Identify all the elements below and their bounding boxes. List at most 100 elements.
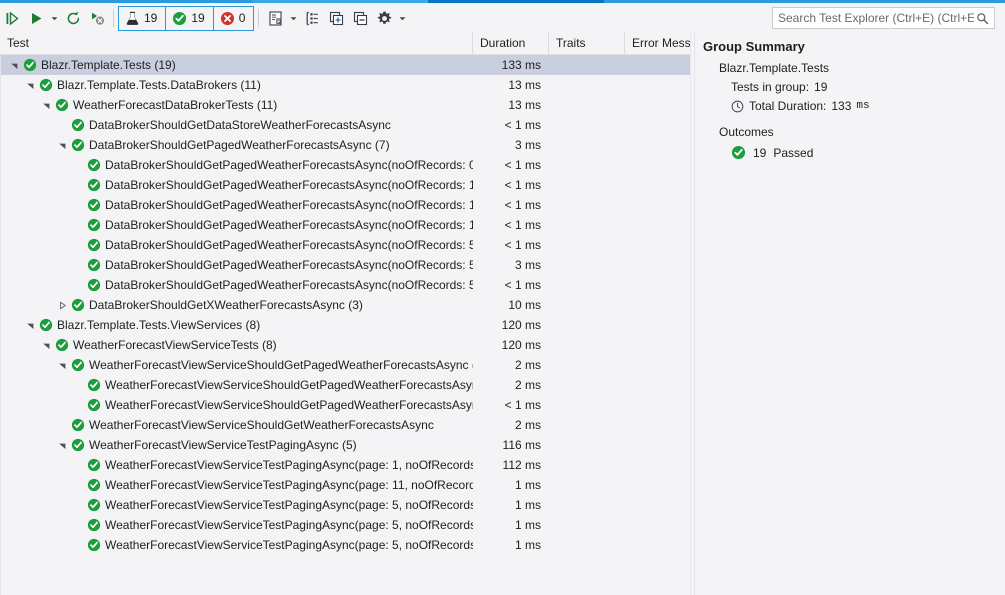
test-name-cell[interactable]: DataBrokerShouldGetXWeatherForecastsAsyn…: [1, 295, 473, 315]
test-tree-row[interactable]: Blazr.Template.Tests.DataBrokers (11) 13 …: [1, 75, 690, 95]
test-name-cell[interactable]: DataBrokerShouldGetPagedWeatherForecasts…: [1, 255, 473, 275]
test-name-cell[interactable]: WeatherForecastViewServiceShouldGetPaged…: [1, 395, 473, 415]
run-dropdown-chevron-down-icon[interactable]: [48, 6, 61, 30]
test-tree-row[interactable]: WeatherForecastViewServiceTestPagingAsyn…: [1, 535, 690, 555]
total-tests-count: 19: [144, 11, 158, 25]
test-name-cell[interactable]: WeatherForecastViewServiceTestPagingAsyn…: [1, 435, 473, 455]
test-tree-row[interactable]: WeatherForecastViewServiceShouldGetPaged…: [1, 375, 690, 395]
test-name-cell[interactable]: WeatherForecastViewServiceShouldGetPaged…: [1, 355, 473, 375]
test-tree-row[interactable]: WeatherForecastViewServiceTestPagingAsyn…: [1, 455, 690, 475]
test-name-label: WeatherForecastViewServiceTestPagingAsyn…: [105, 498, 473, 512]
expand-collapse-triangle-down-icon[interactable]: [23, 315, 37, 335]
test-name-cell[interactable]: DataBrokerShouldGetPagedWeatherForecasts…: [1, 175, 473, 195]
expand-all-button[interactable]: [324, 6, 348, 30]
repeat-last-run-button[interactable]: [61, 6, 85, 30]
test-name-cell[interactable]: DataBrokerShouldGetPagedWeatherForecasts…: [1, 135, 473, 155]
test-tree-row[interactable]: DataBrokerShouldGetPagedWeatherForecasts…: [1, 135, 690, 155]
summary-dropdown-chevron-down-icon[interactable]: [287, 6, 300, 30]
expand-collapse-triangle-down-icon[interactable]: [23, 75, 37, 95]
test-status-passed-icon: [85, 275, 103, 295]
expand-collapse-triangle-down-icon[interactable]: [39, 335, 53, 355]
test-name-cell[interactable]: Blazr.Template.Tests (19): [1, 55, 473, 75]
test-name-cell[interactable]: Blazr.Template.Tests.ViewServices (8): [1, 315, 473, 335]
test-tree[interactable]: Blazr.Template.Tests (19) 133 ms Blazr.Tem…: [0, 55, 690, 595]
test-status-passed-icon: [85, 455, 103, 475]
test-detail-summary-button[interactable]: [263, 6, 287, 30]
expand-collapse-triangle-right-icon[interactable]: [55, 295, 69, 315]
test-tree-row[interactable]: DataBrokerShouldGetPagedWeatherForecasts…: [1, 175, 690, 195]
test-tree-row[interactable]: WeatherForecastViewServiceTestPagingAsyn…: [1, 475, 690, 495]
test-tree-row[interactable]: DataBrokerShouldGetPagedWeatherForecasts…: [1, 215, 690, 235]
test-name-cell[interactable]: DataBrokerShouldGetPagedWeatherForecasts…: [1, 155, 473, 175]
test-duration-cell: 2 ms: [514, 378, 541, 392]
test-name-cell[interactable]: DataBrokerShouldGetPagedWeatherForecasts…: [1, 215, 473, 235]
test-name-cell[interactable]: WeatherForecastViewServiceTestPagingAsyn…: [1, 475, 473, 495]
settings-dropdown-chevron-down-icon[interactable]: [396, 6, 409, 30]
test-tree-row[interactable]: DataBrokerShouldGetPagedWeatherForecasts…: [1, 275, 690, 295]
test-name-cell[interactable]: WeatherForecastViewServiceTests (8): [1, 335, 473, 355]
test-tree-row[interactable]: WeatherForecastViewServiceTestPagingAsyn…: [1, 495, 690, 515]
test-name-cell[interactable]: DataBrokerShouldGetPagedWeatherForecasts…: [1, 195, 473, 215]
passed-tests-counter[interactable]: 19: [166, 6, 214, 30]
tree-twisty-placeholder: [71, 375, 85, 395]
test-tree-row[interactable]: Blazr.Template.Tests.ViewServices (8) 120…: [1, 315, 690, 335]
run-all-tests-button[interactable]: [0, 6, 24, 30]
column-header-traits[interactable]: Traits: [548, 31, 624, 55]
column-header-label: Traits: [556, 36, 586, 50]
expand-collapse-triangle-down-icon[interactable]: [55, 135, 69, 155]
test-status-passed-icon: [37, 75, 55, 95]
failed-tests-counter[interactable]: 0: [214, 7, 254, 30]
test-tree-row[interactable]: DataBrokerShouldGetDataStoreWeatherForec…: [1, 115, 690, 135]
stop-test-run-button[interactable]: [85, 6, 109, 30]
test-tree-row[interactable]: WeatherForecastViewServiceTests (8) 120 m…: [1, 335, 690, 355]
test-name-cell[interactable]: DataBrokerShouldGetDataStoreWeatherForec…: [1, 115, 473, 135]
column-header-duration[interactable]: Duration: [472, 31, 548, 55]
test-name-cell[interactable]: WeatherForecastDataBrokerTests (11): [1, 95, 473, 115]
expand-collapse-triangle-down-icon[interactable]: [7, 55, 21, 75]
expand-collapse-triangle-down-icon[interactable]: [39, 95, 53, 115]
run-button[interactable]: [24, 6, 48, 30]
passed-icon: [172, 11, 187, 26]
test-name-cell[interactable]: DataBrokerShouldGetPagedWeatherForecasts…: [1, 275, 473, 295]
test-name-cell[interactable]: Blazr.Template.Tests.DataBrokers (11): [1, 75, 473, 95]
test-duration-cell: < 1 ms: [504, 118, 541, 132]
test-tree-row[interactable]: DataBrokerShouldGetPagedWeatherForecasts…: [1, 235, 690, 255]
test-name-cell[interactable]: WeatherForecastViewServiceShouldGetPaged…: [1, 375, 473, 395]
test-duration-cell: < 1 ms: [504, 158, 541, 172]
test-status-passed-icon: [69, 435, 87, 455]
search-input[interactable]: [773, 8, 994, 28]
test-tree-row[interactable]: Blazr.Template.Tests (19) 133 ms: [1, 55, 690, 75]
test-tree-row[interactable]: DataBrokerShouldGetPagedWeatherForecasts…: [1, 255, 690, 275]
test-name-label: DataBrokerShouldGetPagedWeatherForecasts…: [105, 238, 473, 252]
test-status-passed-icon: [85, 155, 103, 175]
tree-twisty-placeholder: [71, 155, 85, 175]
test-name-cell[interactable]: WeatherForecastViewServiceTestPagingAsyn…: [1, 455, 473, 475]
test-tree-row[interactable]: WeatherForecastViewServiceShouldGetPaged…: [1, 395, 690, 415]
expand-collapse-triangle-down-icon[interactable]: [55, 355, 69, 375]
test-tree-row[interactable]: DataBrokerShouldGetPagedWeatherForecasts…: [1, 195, 690, 215]
test-tree-row[interactable]: DataBrokerShouldGetPagedWeatherForecasts…: [1, 155, 690, 175]
failed-tests-count: 0: [238, 11, 246, 25]
total-tests-counter[interactable]: 19: [119, 6, 167, 30]
test-tree-row[interactable]: WeatherForecastViewServiceTestPagingAsyn…: [1, 435, 690, 455]
total-duration-value: 133: [831, 99, 852, 113]
settings-gear-icon[interactable]: [372, 6, 396, 30]
test-name-label: WeatherForecastViewServiceShouldGetPaged…: [89, 358, 473, 372]
test-tree-row[interactable]: WeatherForecastViewServiceShouldGetWeath…: [1, 415, 690, 435]
test-name-cell[interactable]: WeatherForecastViewServiceTestPagingAsyn…: [1, 535, 473, 555]
column-header-test[interactable]: Test: [0, 32, 472, 55]
expand-collapse-triangle-down-icon[interactable]: [55, 435, 69, 455]
test-tree-row[interactable]: WeatherForecastDataBrokerTests (11) 13 ms: [1, 95, 690, 115]
test-duration-cell: 1 ms: [514, 478, 541, 492]
test-name-cell[interactable]: WeatherForecastViewServiceTestPagingAsyn…: [1, 515, 473, 535]
group-by-button[interactable]: [300, 6, 324, 30]
test-tree-row[interactable]: WeatherForecastViewServiceTestPagingAsyn…: [1, 515, 690, 535]
test-name-cell[interactable]: DataBrokerShouldGetPagedWeatherForecasts…: [1, 235, 473, 255]
test-name-cell[interactable]: WeatherForecastViewServiceShouldGetWeath…: [1, 415, 473, 435]
test-name-cell[interactable]: WeatherForecastViewServiceTestPagingAsyn…: [1, 495, 473, 515]
column-header-error-messa[interactable]: Error Messa: [624, 31, 690, 55]
search-box[interactable]: [772, 7, 995, 29]
collapse-all-button[interactable]: [348, 6, 372, 30]
test-tree-row[interactable]: DataBrokerShouldGetXWeatherForecastsAsyn…: [1, 295, 690, 315]
test-tree-row[interactable]: WeatherForecastViewServiceShouldGetPaged…: [1, 355, 690, 375]
